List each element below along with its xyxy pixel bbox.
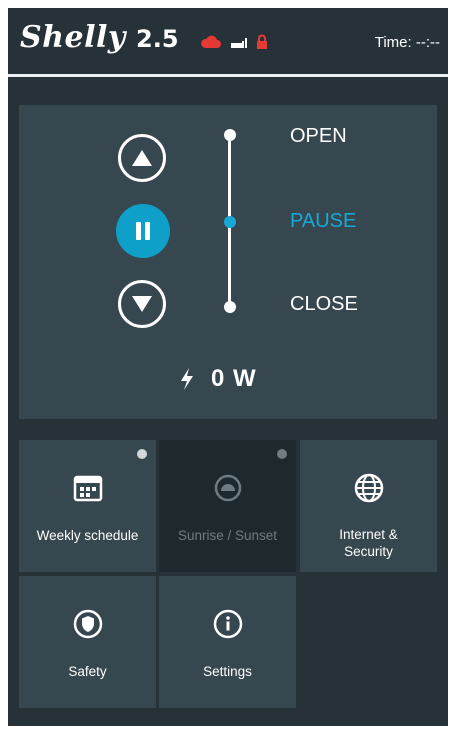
pause-icon: [136, 222, 150, 240]
calendar-icon: [70, 470, 106, 506]
lightning-icon: [181, 368, 193, 390]
arrow-down-icon: [132, 296, 152, 312]
open-position-dot[interactable]: [224, 129, 236, 141]
close-button[interactable]: [118, 280, 166, 328]
tile-sunrise-sunset[interactable]: Sunrise / Sunset: [159, 440, 296, 572]
close-position-dot[interactable]: [224, 301, 236, 313]
status-dot: [277, 449, 287, 459]
device-model: 2.5: [136, 25, 179, 53]
lock-icon: [256, 34, 268, 55]
power-readout: 0 W: [179, 365, 257, 393]
tile-label: Safety: [68, 664, 107, 679]
tile-label: Internet & Security: [339, 527, 398, 559]
roller-control-panel: OPEN PAUSE CLOSE 0 W: [19, 105, 437, 419]
pause-label[interactable]: PAUSE: [290, 210, 356, 233]
time-value: --:--: [415, 34, 440, 51]
tile-label: Settings: [203, 664, 252, 679]
close-label[interactable]: CLOSE: [290, 293, 358, 316]
status-icons: [200, 34, 268, 55]
tile-internet-security[interactable]: Internet & Security: [300, 440, 437, 572]
tile-label: Sunrise / Sunset: [177, 528, 278, 543]
shelly-logo: Shelly: [20, 20, 126, 55]
wifi-plug-icon: [230, 35, 248, 54]
power-value: 0 W: [211, 365, 257, 392]
sun-icon: [210, 470, 246, 506]
open-button[interactable]: [118, 134, 166, 182]
globe-icon: [351, 470, 387, 506]
open-label[interactable]: OPEN: [290, 125, 347, 148]
pause-button[interactable]: [116, 204, 170, 258]
app-header: Shelly 2.5 Time: --:--: [8, 8, 448, 74]
arrow-up-icon: [132, 150, 152, 166]
cloud-icon: [200, 35, 222, 54]
tile-settings[interactable]: Settings: [159, 576, 296, 708]
time-display: Time: --:--: [375, 34, 440, 51]
header-divider: [8, 74, 448, 77]
info-icon: [210, 606, 246, 642]
tile-label: Weekly schedule: [36, 528, 139, 543]
status-dot: [137, 449, 147, 459]
pause-position-dot[interactable]: [224, 216, 236, 228]
tile-weekly-schedule[interactable]: Weekly schedule: [19, 440, 156, 572]
tile-safety[interactable]: Safety: [19, 576, 156, 708]
time-label: Time:: [374, 34, 412, 51]
shield-icon: [70, 606, 106, 642]
app-window: Shelly 2.5 Time: --:-- OPEN PAUSE CLOSE …: [8, 8, 448, 726]
